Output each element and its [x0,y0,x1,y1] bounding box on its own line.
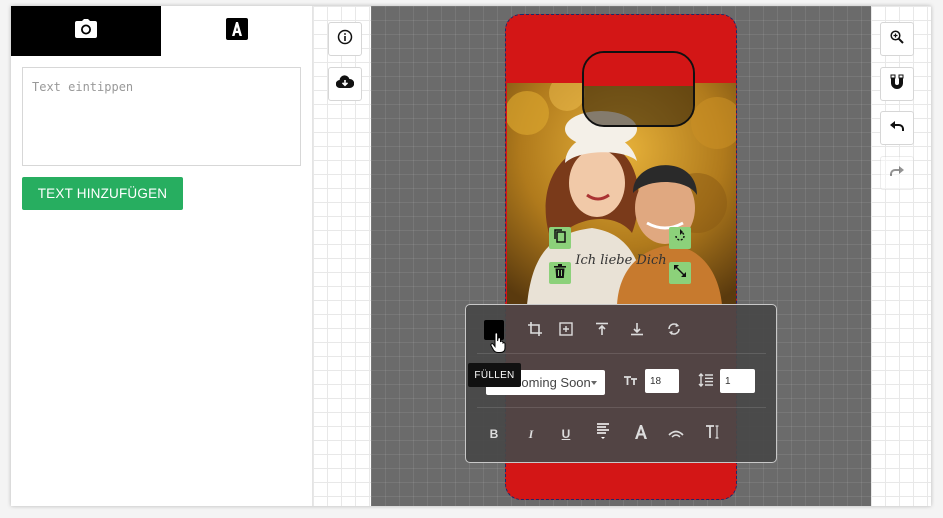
download-button[interactable] [328,67,362,101]
delete-handle[interactable] [549,262,571,284]
copy-handle[interactable] [549,227,571,249]
align-left-icon [596,422,610,446]
bold-icon: B [489,427,499,441]
tab-bar [11,6,312,56]
redo-icon [889,164,905,182]
text-cursor-icon [705,424,721,444]
text-icon [225,17,248,45]
italic-icon: I [528,426,534,441]
undo-button[interactable] [880,111,914,145]
font-size-input[interactable] [645,369,679,393]
align-top-icon [595,322,609,341]
camera-icon [74,18,98,44]
chevron-down-icon [591,381,597,385]
font-family-value: Coming Soon [512,375,591,390]
flip-button[interactable] [663,320,685,342]
align-top-button[interactable] [591,320,613,342]
underline-icon: U [561,427,571,441]
center-button[interactable] [555,320,577,342]
camera-cutout [582,51,695,127]
redo-button[interactable] [880,156,914,190]
right-tool-column [871,6,931,506]
trash-icon [554,263,566,283]
add-text-button[interactable]: TEXT HINZUFÜGEN [22,177,183,210]
magnet-button[interactable] [880,67,914,101]
tab-image[interactable] [11,6,161,56]
rotate-icon [667,322,681,341]
tab-text[interactable] [161,6,312,56]
zoom-in-icon [890,29,904,49]
font-color-icon [634,424,648,444]
curved-text-icon [668,425,684,443]
underline-button[interactable]: U [555,423,577,445]
bold-button[interactable]: B [483,423,505,445]
text-cursor-button[interactable] [702,423,724,445]
align-bottom-button[interactable] [626,320,648,342]
rotate-icon [673,228,687,248]
fill-tooltip: FÜLLEN [468,363,521,387]
resize-icon [673,264,687,283]
crop-icon [528,321,542,341]
crop-button[interactable] [524,320,546,342]
align-bottom-icon [630,322,644,341]
font-size-label [620,371,642,393]
hand-cursor-icon [490,332,506,358]
copy-icon [553,228,567,248]
magnet-icon [889,74,905,95]
rotate-handle[interactable] [669,227,691,249]
info-button[interactable] [328,22,362,56]
line-height-label [695,371,717,393]
line-height-input[interactable] [720,369,755,393]
curved-text-button[interactable] [665,423,687,445]
italic-button[interactable]: I [520,423,542,445]
font-size-icon [623,373,639,391]
resize-handle[interactable] [669,262,691,284]
canvas-text-element[interactable]: Ich liebe Dich [561,253,681,268]
line-height-icon [698,372,714,392]
left-panel: TEXT HINZUFÜGEN [11,6,312,506]
cloud-download-icon [335,74,355,94]
text-align-button[interactable] [592,422,614,446]
align-center-icon [559,321,573,341]
font-color-button[interactable] [630,423,652,445]
undo-icon [889,119,905,137]
left-tool-column [312,6,371,506]
text-input[interactable] [22,67,301,166]
zoom-in-button[interactable] [880,22,914,56]
info-icon [337,29,353,50]
